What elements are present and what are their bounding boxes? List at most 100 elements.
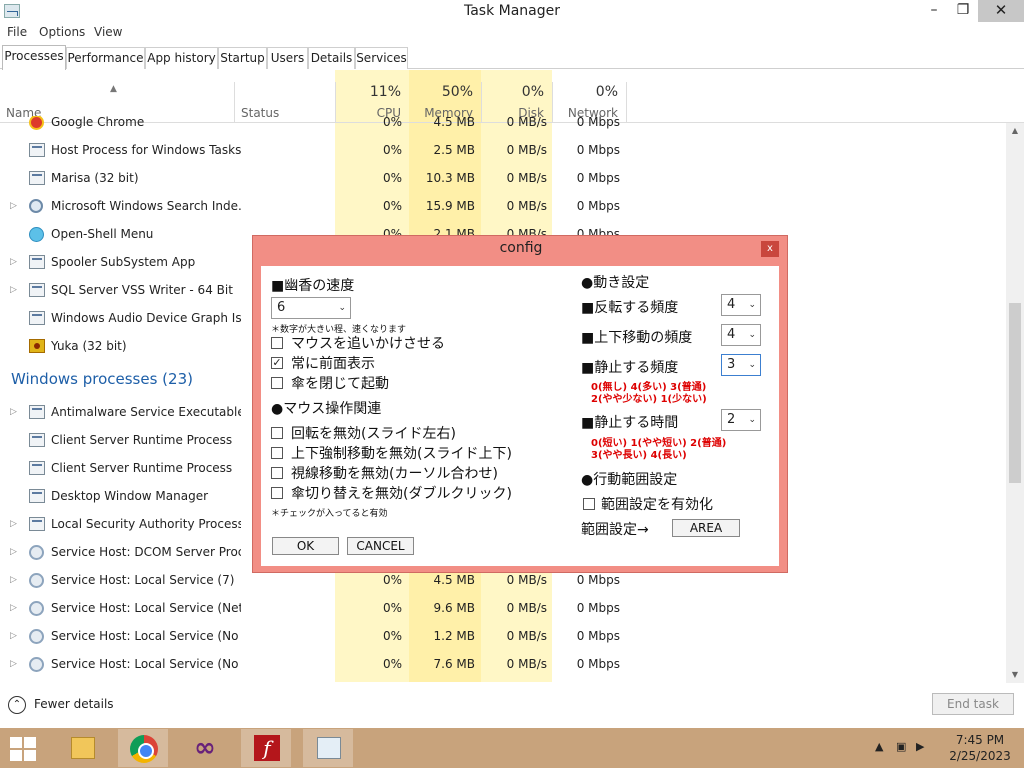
clock-time[interactable]: 7:45 PM (940, 733, 1020, 747)
tab-users[interactable]: Users (267, 47, 308, 69)
process-name: Marisa (32 bit) (51, 171, 139, 185)
taskbar-chrome[interactable] (118, 729, 168, 767)
table-row[interactable]: ▷ Microsoft Windows Search Inde... 0% 15.9 … (0, 192, 1006, 220)
disable-updown-checkbox[interactable] (271, 447, 283, 459)
enable-range-label: 範囲設定を有効化 (601, 497, 713, 513)
flash-icon: f (254, 735, 280, 761)
expand-chevron-icon[interactable]: ▷ (10, 575, 17, 585)
scroll-thumb[interactable] (1009, 303, 1021, 483)
memory-value: 4.5 MB (433, 116, 475, 129)
end-task-button[interactable]: End task (932, 693, 1014, 715)
area-button[interactable]: AREA (672, 519, 740, 537)
expand-chevron-icon[interactable]: ▷ (10, 201, 17, 211)
expand-chevron-icon[interactable]: ▷ (10, 519, 17, 529)
stop-frequency-select[interactable]: 3 ⌄ (721, 354, 761, 376)
expand-chevron-icon[interactable]: ▷ (10, 547, 17, 557)
menu-view[interactable]: View (94, 25, 122, 39)
network-value: 0 Mbps (576, 657, 620, 671)
window-icon (29, 517, 45, 531)
vertical-scrollbar[interactable]: ▲ ▼ (1006, 123, 1024, 683)
tab-app-history[interactable]: App history (145, 47, 218, 69)
system-tray: ▲ ▣ ▶ (870, 736, 930, 760)
menu-options[interactable]: Options (39, 25, 85, 39)
process-name: Open-Shell Menu (51, 227, 154, 241)
table-row[interactable]: Google Chrome 0% 4.5 MB 0 MB/s 0 Mbps (0, 116, 1006, 136)
minimize-button[interactable]: – (918, 0, 950, 22)
disable-switch-checkbox[interactable] (271, 487, 283, 499)
process-name: Spooler SubSystem App (51, 255, 196, 269)
taskbar-flash[interactable]: f (241, 729, 291, 767)
expand-chevron-icon[interactable]: ▷ (10, 659, 17, 669)
gear-icon (29, 545, 44, 560)
tray-expand-icon[interactable]: ▲ (875, 740, 883, 753)
speed-select[interactable]: 6 ⌄ (271, 297, 351, 319)
network-value: 0 Mbps (576, 601, 620, 615)
volume-icon[interactable]: ▶ (916, 740, 924, 753)
scroll-down-icon[interactable]: ▼ (1006, 667, 1024, 683)
network-value: 0 Mbps (576, 143, 620, 157)
maximize-button[interactable]: ❐ (950, 0, 976, 22)
config-close-button[interactable]: x (761, 241, 779, 257)
expand-chevron-icon[interactable]: ▷ (10, 407, 17, 417)
task-manager-icon (317, 737, 341, 759)
ok-button[interactable]: OK (272, 537, 339, 555)
always-on-top-checkbox[interactable]: ✓ (271, 357, 283, 369)
tab-processes[interactable]: Processes (2, 45, 66, 70)
network-value: 0 Mbps (576, 573, 620, 587)
process-name: Local Security Authority Process... (51, 517, 241, 531)
window-icon (29, 255, 45, 269)
stop-time-select[interactable]: 2 ⌄ (721, 409, 761, 431)
disable-rotate-checkbox[interactable] (271, 427, 283, 439)
network-icon[interactable]: ▣ (896, 740, 906, 753)
process-name: Windows Audio Device Graph Is... (51, 311, 241, 325)
taskbar-visual-studio[interactable]: ∞ (179, 729, 229, 767)
folder-icon (71, 737, 95, 759)
window-icon (29, 143, 45, 157)
menu-file[interactable]: File (7, 25, 27, 39)
clock-date[interactable]: 2/25/2023 (940, 749, 1020, 763)
tab-startup[interactable]: Startup (218, 47, 267, 69)
enable-range-checkbox[interactable] (583, 498, 595, 510)
disk-value: 0 MB/s (506, 199, 547, 213)
expand-chevron-icon[interactable]: ▷ (10, 603, 17, 613)
tab-details[interactable]: Details (308, 47, 355, 69)
taskbar-task-manager[interactable] (303, 729, 353, 767)
cancel-button[interactable]: CANCEL (347, 537, 414, 555)
start-button[interactable] (10, 737, 36, 761)
table-row[interactable]: Marisa (32 bit) 0% 10.3 MB 0 MB/s 0 Mbps (0, 164, 1006, 192)
chevron-up-icon[interactable]: ⌃ (8, 696, 26, 714)
vmove-frequency-select[interactable]: 4 ⌄ (721, 324, 761, 346)
gear-icon (29, 573, 44, 588)
config-dialog: config x ■幽香の速度 6 ⌄ ＊数字が大きい程、速くなります マウスを追… (252, 235, 788, 573)
title-bar[interactable]: Task Manager – ❐ ✕ (0, 0, 1024, 24)
tab-performance[interactable]: Performance (66, 47, 145, 69)
expand-chevron-icon[interactable]: ▷ (10, 631, 17, 641)
window-icon (29, 405, 45, 419)
cpu-value: 0% (382, 199, 402, 213)
follow-mouse-checkbox[interactable] (271, 337, 283, 349)
table-row[interactable]: ▷ Service Host: Local Service (No I... 0% 1… (0, 622, 1006, 650)
flip-frequency-select[interactable]: 4 ⌄ (721, 294, 761, 316)
table-row[interactable]: Host Process for Windows Tasks 0% 2.5 MB 0 … (0, 136, 1006, 164)
network-value: 0 Mbps (576, 116, 620, 129)
expand-chevron-icon[interactable]: ▷ (10, 257, 17, 267)
window-icon (29, 489, 45, 503)
gear-icon (29, 629, 44, 644)
disk-value: 0 MB/s (506, 116, 547, 129)
chevron-down-icon: ⌄ (748, 300, 756, 310)
tab-services[interactable]: Services (355, 47, 408, 69)
disable-rotate-label: 回転を無効(スライド左右) (291, 426, 456, 442)
close-button[interactable]: ✕ (978, 0, 1024, 22)
disable-gaze-checkbox[interactable] (271, 467, 283, 479)
expand-chevron-icon[interactable]: ▷ (10, 285, 17, 295)
scroll-up-icon[interactable]: ▲ (1006, 123, 1024, 139)
table-row[interactable]: ▷ Service Host: Local Service (No ... 0% 7.… (0, 650, 1006, 678)
fewer-details-link[interactable]: Fewer details (34, 697, 114, 711)
speed-value: 6 (277, 300, 286, 315)
taskbar-explorer[interactable] (57, 729, 107, 767)
always-on-top-label: 常に前面表示 (291, 356, 375, 372)
table-row[interactable]: ▷ Service Host: Local Service (Net... 0% 9.… (0, 594, 1006, 622)
umbrella-closed-checkbox[interactable] (271, 377, 283, 389)
check-note: ＊チェックが入ってると有効 (271, 509, 388, 519)
gear-icon (29, 657, 44, 672)
